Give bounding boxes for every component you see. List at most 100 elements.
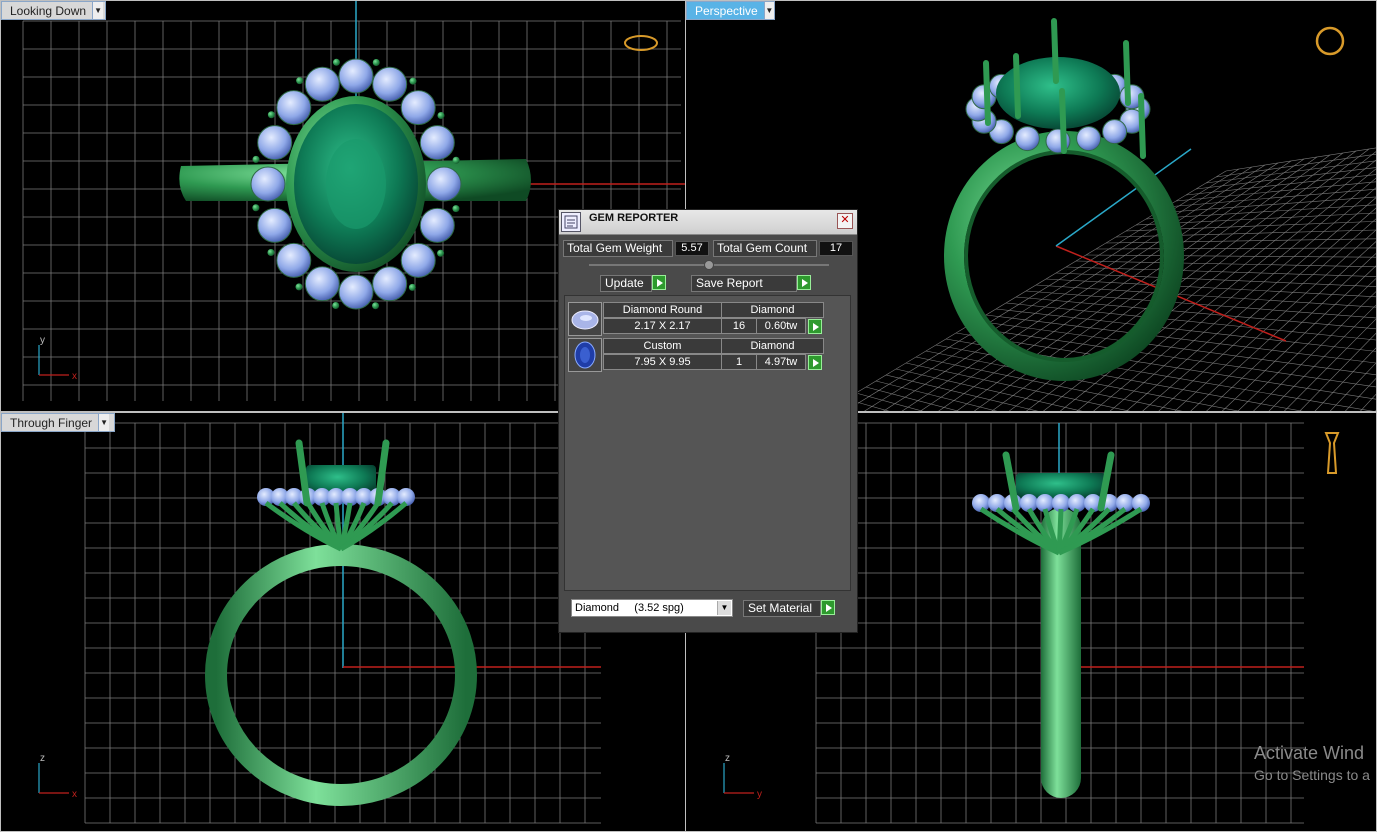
perspective-grid-line — [1205, 160, 1376, 184]
save-report-button-label: Save Report — [691, 275, 797, 292]
gem-row[interactable]: Custom Diamond 7.95 X 9.95 1 4.97tw — [568, 338, 830, 372]
side-diamond — [250, 166, 286, 202]
side-diamond — [372, 266, 408, 302]
update-button[interactable]: Update — [600, 275, 666, 292]
gem-shape: Diamond Round — [603, 302, 722, 318]
side-diamond — [1102, 119, 1128, 145]
play-arrow-icon[interactable] — [652, 275, 666, 290]
side-diamond — [400, 242, 436, 278]
total-gem-count-label: Total Gem Count — [713, 240, 817, 257]
play-arrow-icon[interactable] — [808, 355, 822, 370]
play-arrow-icon[interactable] — [821, 600, 835, 615]
prong — [437, 249, 445, 257]
prong — [372, 58, 380, 66]
perspective-grid-line — [835, 404, 858, 411]
material-select[interactable]: Diamond (3.52 spg) ▼ — [571, 599, 733, 617]
gem-row[interactable]: Diamond Round Diamond 2.17 X 2.17 16 0.6… — [568, 302, 830, 336]
chevron-down-icon[interactable]: ▼ — [98, 414, 110, 431]
chevron-down-icon[interactable]: ▼ — [717, 601, 731, 615]
axis-label: y — [757, 789, 762, 800]
side-diamond — [400, 90, 436, 126]
prong — [252, 204, 260, 212]
round-diamond-icon — [568, 302, 602, 336]
axis-label: z — [725, 753, 730, 764]
perspective-grid-line — [1268, 103, 1377, 412]
perspective-grid-line — [1346, 91, 1377, 412]
prong — [267, 249, 275, 257]
perspective-grid-line — [1225, 147, 1376, 172]
viewport-view-selector[interactable]: Perspective ▼ — [686, 1, 775, 20]
gem-size: 7.95 X 9.95 — [603, 354, 722, 370]
perspective-grid-line — [1320, 95, 1377, 412]
side-diamond — [257, 207, 293, 243]
activate-windows-watermark: Activate Wind — [1254, 743, 1365, 763]
perspective-grid-line — [925, 350, 1240, 411]
gem-list[interactable]: Diamond Round Diamond 2.17 X 2.17 16 0.6… — [564, 295, 851, 591]
perspective-grid-line — [915, 356, 1183, 411]
total-gem-weight-label: Total Gem Weight — [563, 240, 673, 257]
perspective-grid-line — [1095, 247, 1376, 250]
side-diamond — [338, 58, 374, 94]
perspective-grid-line — [1307, 97, 1377, 412]
chevron-down-icon[interactable]: ▼ — [92, 2, 104, 19]
total-gem-count-value: 17 — [819, 241, 853, 256]
side-diamond — [1014, 126, 1040, 152]
axis-label: x — [72, 371, 77, 382]
viewport-label: Looking Down — [10, 3, 87, 18]
activate-windows-subtext: Go to Settings to a — [1254, 767, 1370, 783]
gem-material: Diamond — [721, 302, 824, 318]
axis-label: y — [40, 335, 45, 346]
perspective-grid-line — [1215, 153, 1376, 178]
prong — [1059, 88, 1067, 154]
side-diamond — [276, 242, 312, 278]
prong — [332, 58, 340, 66]
set-material-button[interactable]: Set Material — [743, 600, 835, 617]
splitter-handle-icon[interactable] — [704, 260, 714, 270]
perspective-grid-line — [1294, 99, 1377, 412]
gem-count: 16 — [721, 318, 757, 334]
ring-orientation-icon — [624, 35, 658, 51]
chevron-down-icon[interactable]: ▼ — [763, 2, 774, 19]
prong — [437, 111, 445, 119]
close-icon[interactable]: ✕ — [837, 213, 853, 229]
viewport-view-selector[interactable]: Looking Down ▼ — [1, 1, 106, 20]
dialog-title-bar[interactable]: GEM REPORTER ✕ — [559, 210, 857, 235]
axis-label: x — [72, 789, 77, 800]
perspective-grid-line — [1005, 302, 1376, 341]
gem-weight: 0.60tw — [756, 318, 806, 334]
prong — [295, 283, 303, 291]
prong — [372, 302, 380, 310]
set-material-button-label: Set Material — [743, 600, 821, 617]
side-diamond — [304, 66, 340, 102]
prong — [1013, 53, 1021, 119]
custom-gem-icon — [568, 338, 602, 372]
viewport-label: Through Finger — [10, 415, 93, 430]
prong — [408, 283, 416, 291]
perspective-grid-line — [855, 392, 924, 411]
play-arrow-icon[interactable] — [797, 275, 811, 290]
ring-orientation-icon — [1315, 26, 1345, 56]
save-report-button[interactable]: Save Report — [691, 275, 811, 292]
perspective-grid-line — [1085, 254, 1376, 258]
gem-size: 2.17 X 2.17 — [603, 318, 722, 334]
dialog-title: GEM REPORTER — [589, 212, 679, 224]
prong — [1138, 93, 1146, 159]
side-diamond — [338, 274, 374, 310]
gem-reporter-dialog[interactable]: GEM REPORTER ✕ Total Gem Weight 5.57 Tot… — [558, 209, 858, 633]
perspective-grid-line — [1284, 318, 1376, 411]
emerald-table — [326, 139, 386, 229]
gem-shape: Custom — [603, 338, 722, 354]
side-diamond — [419, 207, 455, 243]
ring-band — [944, 131, 1184, 381]
gem-count: 1 — [721, 354, 757, 370]
gem-reporter-icon — [561, 212, 581, 232]
perspective-grid-line — [1333, 93, 1377, 412]
viewport-view-selector[interactable]: Through Finger ▼ — [1, 413, 115, 432]
prong — [1123, 40, 1131, 106]
side-diamond — [1076, 126, 1102, 152]
ring-band-inner — [964, 150, 1164, 362]
perspective-grid-line — [875, 380, 998, 411]
play-arrow-icon[interactable] — [808, 319, 822, 334]
update-button-label: Update — [600, 275, 652, 292]
prong — [1051, 18, 1059, 84]
